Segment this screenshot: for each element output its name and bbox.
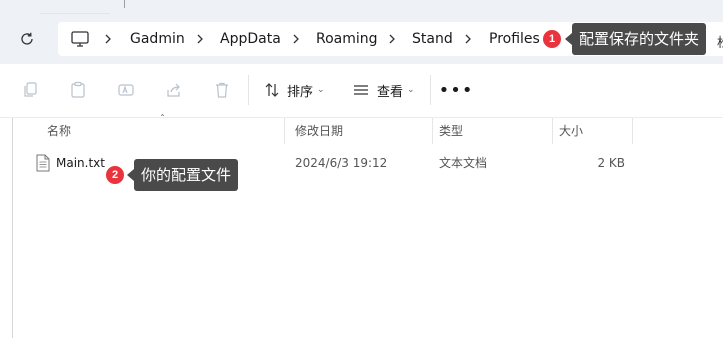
tab-area[interactable] <box>40 0 110 14</box>
column-divider[interactable] <box>552 118 553 144</box>
copy-icon <box>24 82 37 97</box>
file-list-header: ˆ 名称 修改日期 类型 大小 <box>14 114 723 144</box>
column-divider[interactable] <box>432 118 433 144</box>
annotation-badge-1: 1 <box>543 30 561 48</box>
tab-strip <box>0 0 723 14</box>
copy-button[interactable] <box>18 78 42 102</box>
file-name[interactable]: Main.txt <box>56 150 105 176</box>
rename-icon <box>118 84 134 96</box>
text-file-icon <box>36 154 50 172</box>
view-button[interactable]: 查看 ⌄ <box>352 78 415 102</box>
annotation-tooltip-2: 你的配置文件 <box>126 159 239 191</box>
breadcrumb-gadmin[interactable]: Gadmin <box>130 22 185 56</box>
refresh-button[interactable] <box>16 28 38 50</box>
file-modified-date: 2024/6/3 19:12 <box>295 156 388 170</box>
view-list-icon <box>354 85 368 95</box>
breadcrumb-profiles[interactable]: Profiles <box>489 22 540 56</box>
toolbar-separator <box>248 75 249 105</box>
column-header-size[interactable]: 大小 <box>559 118 583 144</box>
delete-button[interactable] <box>210 78 234 102</box>
toolbar-separator <box>430 75 431 105</box>
column-divider[interactable] <box>284 118 285 144</box>
breadcrumb-appdata[interactable]: AppData <box>220 22 281 56</box>
file-size: 2 KB <box>597 156 625 170</box>
refresh-icon <box>21 32 33 45</box>
column-header-name[interactable]: 名称 <box>47 118 71 144</box>
computer-icon <box>71 31 89 47</box>
sort-icon <box>265 83 279 97</box>
command-toolbar: 排序 ⌄ 查看 ⌄ ••• <box>0 64 723 118</box>
file-type: 文本文档 <box>439 156 488 170</box>
chevron-right-icon <box>293 34 299 44</box>
breadcrumb-stand[interactable]: Stand <box>412 22 453 56</box>
sort-ascending-icon: ˆ <box>160 114 165 125</box>
chevron-down-icon: ⌄ <box>317 85 325 95</box>
rename-button[interactable] <box>114 78 138 102</box>
annotation-badge-2: 2 <box>106 166 124 184</box>
annotation-tooltip-1: 配置保存的文件夹 <box>564 23 707 55</box>
column-header-type[interactable]: 类型 <box>439 118 463 144</box>
address-overflow-text: 松 <box>717 32 723 48</box>
chevron-right-icon <box>197 34 203 44</box>
share-button[interactable] <box>162 78 186 102</box>
column-header-modified[interactable]: 修改日期 <box>295 118 343 144</box>
more-options-button[interactable]: ••• <box>439 78 473 102</box>
chevron-down-icon: ⌄ <box>407 85 415 95</box>
chevron-right-icon <box>105 34 111 44</box>
breadcrumb-roaming[interactable]: Roaming <box>316 22 378 56</box>
chevron-right-icon <box>465 34 471 44</box>
sort-button[interactable]: 排序 ⌄ <box>264 78 325 102</box>
tab-separator <box>124 0 125 8</box>
paste-button[interactable] <box>66 78 90 102</box>
column-divider[interactable] <box>632 118 633 144</box>
sort-label: 排序 <box>287 84 314 100</box>
chevron-right-icon <box>389 34 395 44</box>
view-label: 查看 <box>377 84 404 100</box>
paste-icon <box>71 81 85 98</box>
share-icon <box>167 83 180 97</box>
trash-icon <box>216 82 228 98</box>
navigation-pane-divider <box>12 118 13 338</box>
